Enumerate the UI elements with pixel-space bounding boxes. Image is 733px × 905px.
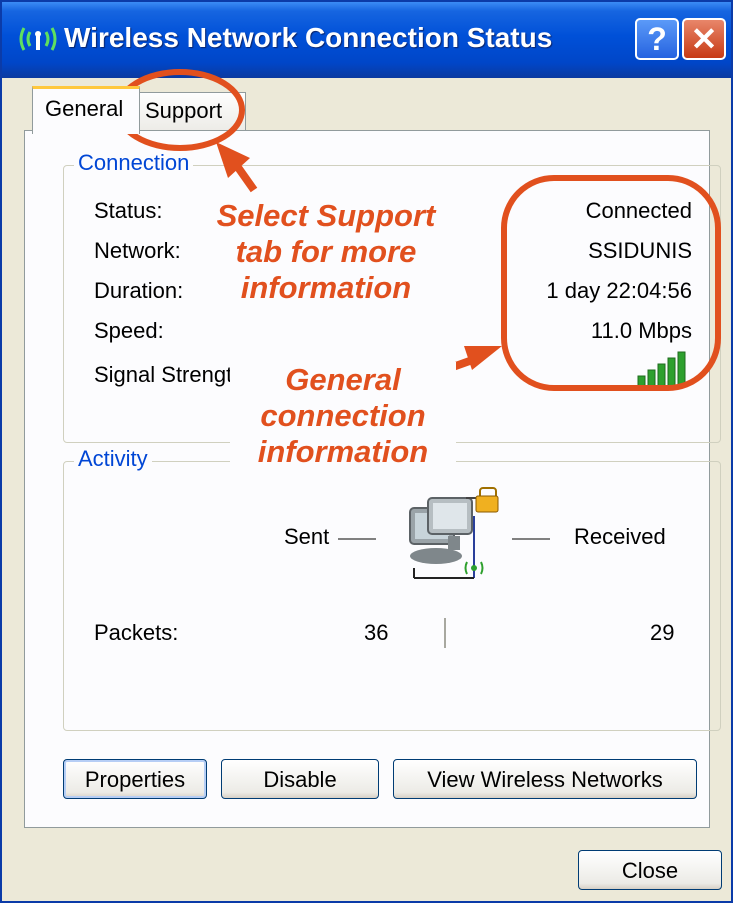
- help-button[interactable]: ?: [635, 18, 679, 60]
- duration-value: 1 day 22:04:56: [546, 278, 692, 303]
- general-annotation-text: General connection information: [230, 362, 456, 470]
- help-icon: ?: [647, 21, 667, 57]
- status-value: Connected: [585, 198, 692, 223]
- signal-bar: [657, 363, 666, 387]
- network-label: Network:: [94, 238, 181, 263]
- sent-line: [338, 538, 376, 540]
- signal-strength-icon: [637, 351, 686, 387]
- network-value: SSIDUNIS: [588, 238, 692, 263]
- support-annotation-line: information: [240, 270, 412, 305]
- tab-general[interactable]: General: [32, 86, 140, 134]
- wireless-network-icon: [19, 27, 57, 51]
- speed-label: Speed:: [94, 318, 164, 343]
- tab-support[interactable]: Support: [138, 92, 246, 132]
- activity-group-label: Activity: [74, 446, 152, 472]
- support-annotation-line: tab for more: [235, 234, 417, 269]
- packets-sent-value: 36: [364, 620, 389, 645]
- speed-value: 11.0 Mbps: [590, 318, 692, 343]
- packets-divider: [444, 618, 446, 648]
- received-label: Received: [574, 524, 666, 549]
- packets-received-value: 29: [650, 620, 675, 645]
- signal-bar: [647, 369, 656, 387]
- general-annotation-line: General: [285, 362, 401, 397]
- signal-bar: [637, 375, 646, 387]
- disable-button[interactable]: Disable: [221, 759, 379, 799]
- received-line: [512, 538, 550, 540]
- connection-status-window: Wireless Network Connection Status ? ✕ G…: [0, 0, 733, 903]
- close-icon: ✕: [690, 21, 718, 57]
- signal-bar: [677, 351, 686, 387]
- packets-label: Packets:: [94, 620, 179, 645]
- close-window-button[interactable]: ✕: [682, 18, 726, 60]
- support-annotation-text: Select Support tab for more information: [216, 198, 436, 306]
- status-label: Status:: [94, 198, 163, 223]
- title-bar[interactable]: Wireless Network Connection Status ? ✕: [2, 2, 731, 78]
- general-annotation-line: information: [257, 434, 429, 469]
- properties-button[interactable]: Properties: [63, 759, 207, 799]
- duration-label: Duration:: [94, 278, 184, 303]
- support-annotation-line: Select Support: [216, 198, 436, 233]
- signal-strength-label: Signal Strength: [94, 362, 245, 387]
- sent-label: Sent: [284, 524, 330, 549]
- view-wireless-networks-button[interactable]: View Wireless Networks: [393, 759, 697, 799]
- activity-group: Activity Sent Received Packets: 36 29: [63, 446, 721, 731]
- window-title: Wireless Network Connection Status: [64, 22, 553, 53]
- signal-bar: [667, 357, 676, 387]
- network-computers-icon: [409, 487, 499, 579]
- general-annotation-line: connection: [260, 398, 426, 433]
- close-button[interactable]: Close: [578, 850, 722, 890]
- connection-group-label: Connection: [74, 150, 194, 176]
